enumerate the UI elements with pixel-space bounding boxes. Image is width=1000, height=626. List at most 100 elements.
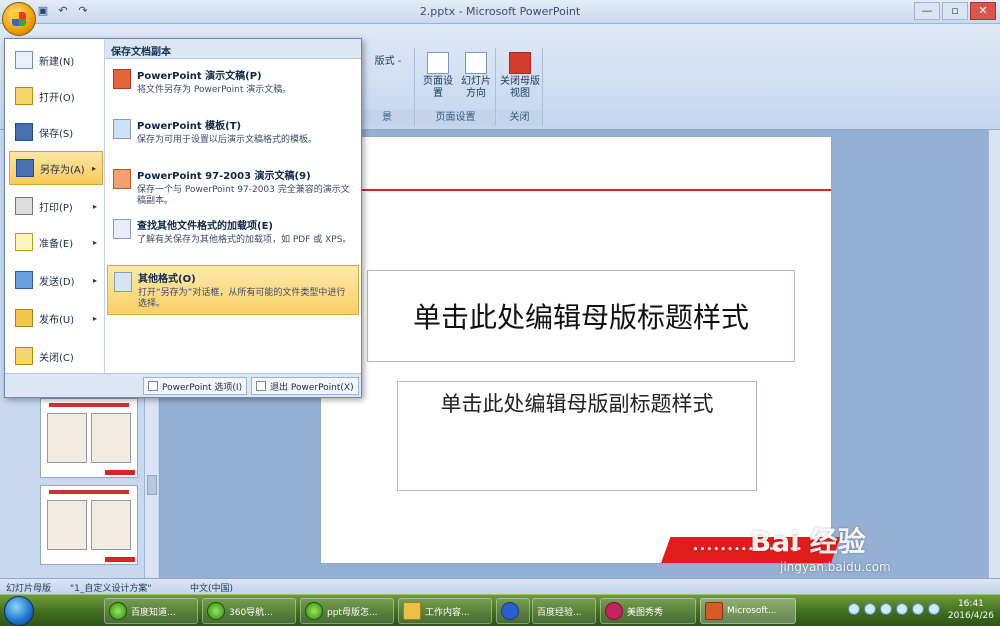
ribbon-group-page-setup: 页面设置 幻灯片方向 页面设置 [416, 48, 496, 126]
slide-thumbnail[interactable] [40, 398, 138, 478]
close-folder-icon [15, 347, 33, 365]
thumbnail-title-bar [49, 490, 129, 494]
tray-icon[interactable] [880, 603, 892, 615]
orientation-icon [465, 52, 487, 74]
meitu-icon [605, 602, 623, 620]
publish-icon [15, 309, 33, 327]
status-view: 幻灯片母版 [6, 584, 52, 594]
save-as-template-option[interactable]: PowerPoint 模板(T) 保存为可用于设置以后演示文稿格式的模板。 [107, 113, 359, 163]
submenu-arrow-icon: ▸ [92, 313, 97, 323]
title-placeholder[interactable]: 单击此处编辑母版标题样式 [367, 270, 795, 362]
open-folder-icon [15, 87, 33, 105]
office-button[interactable] [2, 2, 36, 36]
taskbar-item[interactable]: 百度经验... [532, 598, 596, 624]
office-logo-icon [12, 12, 26, 26]
ribbon-group-close: 关闭母版视图 关闭 [497, 48, 543, 126]
status-bar: 幻灯片母版 "1_自定义设计方案" 中文(中国) [0, 578, 1000, 594]
powerpoint-options-button[interactable]: PowerPoint 选项(I) [143, 377, 248, 395]
save-as-pptx-option[interactable]: PowerPoint 演示文稿(P) 将文件另存为 PowerPoint 演示文… [107, 63, 359, 113]
options-icon [148, 381, 158, 391]
layout-dropdown[interactable]: 版式 - [366, 56, 410, 68]
submenu-arrow-icon: ▸ [92, 275, 97, 285]
watermark-brand: Bai 经验 [750, 525, 866, 558]
template-file-icon [113, 119, 131, 139]
exit-icon [256, 381, 266, 391]
window-controls: — ▫ ✕ [914, 2, 996, 20]
menu-item-close[interactable]: 关闭(C) [9, 339, 103, 373]
folder-icon [403, 602, 421, 620]
thumbnail-image [47, 500, 87, 550]
tray-icon[interactable] [848, 603, 860, 615]
save-as-submenu: 保存文档副本 PowerPoint 演示文稿(P) 将文件另存为 PowerPo… [105, 39, 361, 375]
thumbnail-red-bar [105, 557, 135, 562]
taskbar-item[interactable]: 百度知道... [104, 598, 198, 624]
other-formats-option[interactable]: 其他格式(O) 打开“另存为”对话框，从所有可能的文件类型中进行选择。 [107, 265, 359, 315]
menu-item-send[interactable]: 发送(D) ▸ [9, 263, 103, 297]
thumbnail-image [91, 413, 131, 463]
new-document-icon [15, 51, 33, 69]
thumbnail-image [47, 413, 87, 463]
submenu-arrow-icon: ▸ [91, 163, 96, 173]
volume-icon[interactable] [912, 603, 924, 615]
other-format-icon [114, 272, 132, 292]
network-icon[interactable] [928, 603, 940, 615]
slide-header-line [321, 189, 831, 191]
submenu-arrow-icon: ▸ [92, 237, 97, 247]
taskbar-item[interactable]: 工作内容... [398, 598, 492, 624]
send-icon [15, 271, 33, 289]
taskbar-item[interactable] [496, 598, 530, 624]
legacy-file-icon [113, 169, 131, 189]
close-button[interactable]: ✕ [970, 2, 996, 20]
office-menu: 新建(N) 打开(O) 保存(S) 另存为(A) ▸ 打印(P) ▸ 准备(E) ▸ … [4, 38, 362, 398]
exit-powerpoint-button[interactable]: 退出 PowerPoint(X) [251, 377, 359, 395]
taskbar-item[interactable]: 360导航... [202, 598, 296, 624]
thumbnail-red-bar [105, 470, 135, 475]
find-addins-option[interactable]: 查找其他文件格式的加载项(E) 了解有关保存为其他格式的加载项，如 PDF 或 … [107, 213, 359, 263]
close-master-view-button[interactable]: 关闭母版视图 [499, 52, 541, 100]
canvas-scrollbar[interactable] [988, 130, 1000, 578]
watermark-url: jingyan.baidu.com [780, 560, 891, 574]
powerpoint-icon [705, 602, 723, 620]
ribbon-group-background: 版式 - 景 [360, 48, 415, 126]
tray-icon[interactable] [896, 603, 908, 615]
subtitle-placeholder[interactable]: 单击此处编辑母版副标题样式 [397, 381, 757, 491]
ribbon-group-label: 页面设置 [416, 110, 495, 126]
ribbon-group-label: 景 [360, 110, 414, 126]
clock[interactable]: 16:41 2016/4/26 [948, 598, 994, 622]
page-setup-button[interactable]: 页面设置 [420, 52, 456, 100]
scrollbar-thumb[interactable] [147, 475, 157, 495]
menu-item-print[interactable]: 打印(P) ▸ [9, 189, 103, 223]
system-tray [848, 603, 940, 615]
status-theme: "1_自定义设计方案" [70, 584, 152, 594]
slide-thumbnail[interactable] [40, 485, 138, 565]
menu-item-save[interactable]: 保存(S) [9, 115, 103, 149]
screen: ▣ ↶ ↷ 2.pptx - Microsoft PowerPoint — ▫ … [0, 0, 1000, 626]
maximize-button[interactable]: ▫ [942, 2, 968, 20]
start-button[interactable] [4, 596, 34, 626]
menu-item-prepare[interactable]: 准备(E) ▸ [9, 225, 103, 259]
taskbar-item-active[interactable]: Microsoft... [700, 598, 796, 624]
taskbar-item[interactable]: ppt母版怎... [300, 598, 394, 624]
menu-item-open[interactable]: 打开(O) [9, 79, 103, 113]
save-disk-icon [15, 123, 33, 141]
slide-master: 单击此处编辑母版标题样式 单击此处编辑母版副标题样式 •••••••••••••… [320, 136, 841, 564]
submenu-header: 保存文档副本 [105, 39, 361, 59]
prepare-icon [15, 233, 33, 251]
printer-icon [15, 197, 33, 215]
office-menu-footer: PowerPoint 选项(I) 退出 PowerPoint(X) [5, 373, 361, 397]
taskbar-item[interactable]: 美图秀秀 [600, 598, 696, 624]
taskbar: 百度知道... 360导航... ppt母版怎... 工作内容... 百度经验.… [0, 594, 1000, 626]
menu-item-save-as[interactable]: 另存为(A) ▸ [9, 151, 103, 185]
menu-item-new[interactable]: 新建(N) [9, 43, 103, 77]
addin-file-icon [113, 219, 131, 239]
slide-orientation-button[interactable]: 幻灯片方向 [458, 52, 494, 100]
ie-icon [109, 602, 127, 620]
close-master-icon [509, 52, 531, 74]
tray-icon[interactable] [864, 603, 876, 615]
minimize-button[interactable]: — [914, 2, 940, 20]
save-as-97-2003-option[interactable]: PowerPoint 97-2003 演示文稿(9) 保存一个与 PowerPo… [107, 163, 359, 213]
menu-item-publish[interactable]: 发布(U) ▸ [9, 301, 103, 335]
office-menu-commands: 新建(N) 打开(O) 保存(S) 另存为(A) ▸ 打印(P) ▸ 准备(E) ▸ … [5, 39, 105, 375]
window-title: 2.pptx - Microsoft PowerPoint [419, 5, 581, 18]
ie-icon [305, 602, 323, 620]
